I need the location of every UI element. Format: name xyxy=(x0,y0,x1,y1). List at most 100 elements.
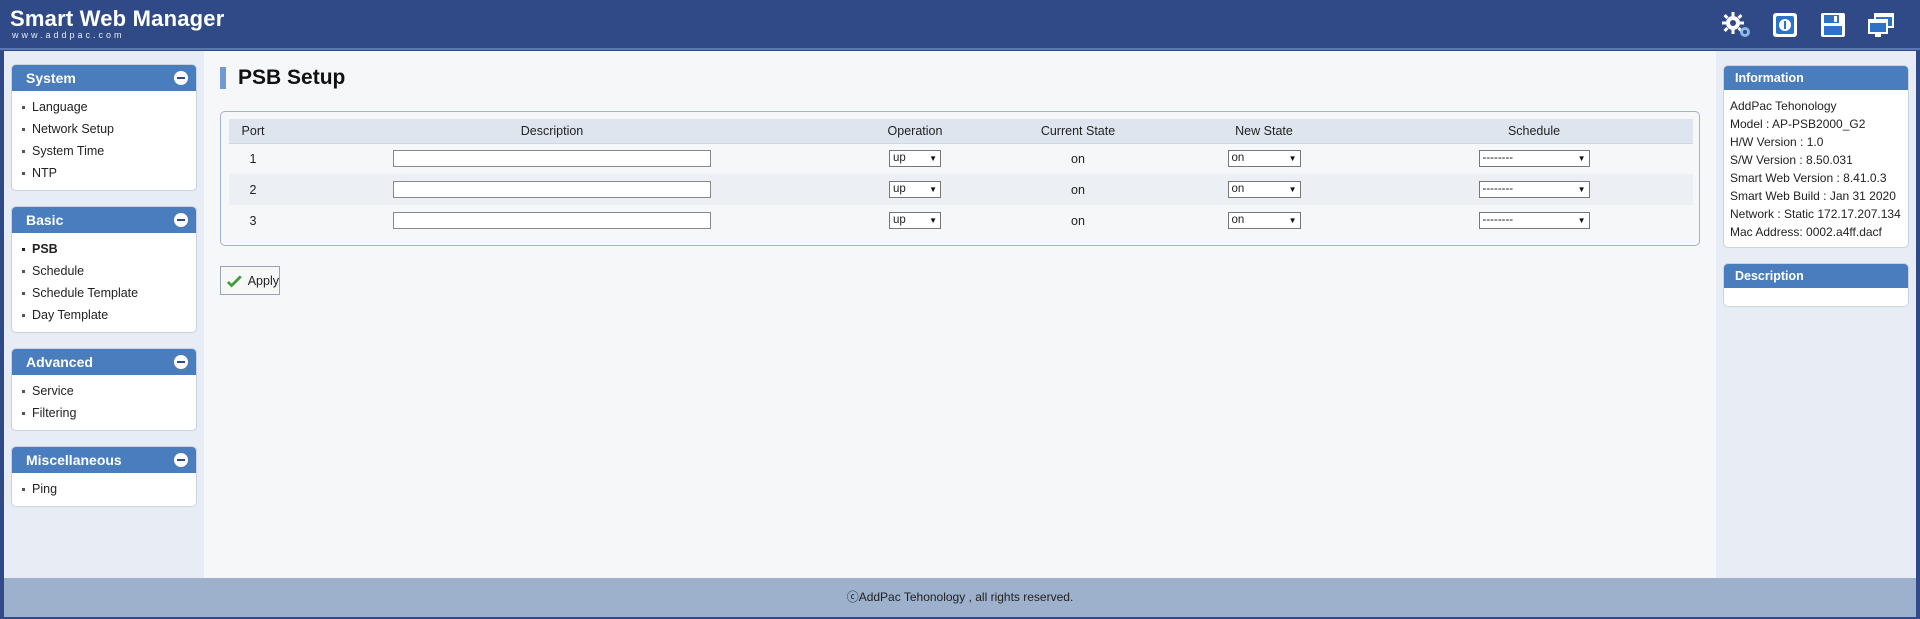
info-sw-version: S/W Version : 8.50.031 xyxy=(1730,153,1853,167)
title-accent xyxy=(220,67,226,89)
page-title: PSB Setup xyxy=(238,66,346,89)
info-icon[interactable] xyxy=(1768,10,1802,40)
sidebar-section-header: Miscellaneous xyxy=(12,447,196,473)
sidebar-section-header: Advanced xyxy=(12,349,196,375)
footer: ⓒAddPac Tehonology , all rights reserved… xyxy=(4,578,1916,617)
sidebar-section-header: Basic xyxy=(12,207,196,233)
description-input[interactable] xyxy=(393,181,711,198)
description-input[interactable] xyxy=(393,150,711,168)
windows-icon[interactable] xyxy=(1864,10,1898,40)
sidebar-section-title: Advanced xyxy=(26,354,93,370)
logo: Smart Web Manager www.addpac.com xyxy=(10,6,225,41)
table-row: 1 up on on -------- xyxy=(229,143,1693,174)
description-panel-body xyxy=(1724,288,1908,306)
information-panel: Information AddPac Tehonology Model : AP… xyxy=(1723,65,1909,248)
info-smart-web-build: Smart Web Build : Jan 31 2020 xyxy=(1730,189,1896,203)
description-cell xyxy=(277,174,827,205)
information-panel-title: Information xyxy=(1724,66,1908,90)
logo-subtitle: www.addpac.com xyxy=(12,30,125,40)
sidebar-item-service[interactable]: Service xyxy=(12,380,196,402)
column-header-schedule: Schedule xyxy=(1375,119,1693,144)
sidebar-section-title: System xyxy=(26,70,76,86)
collapse-icon[interactable] xyxy=(174,71,188,85)
sidebar-item-ping[interactable]: Ping xyxy=(12,478,196,500)
table-row: 2 up on on -------- xyxy=(229,174,1693,205)
settings-gear-icon[interactable] xyxy=(1720,10,1754,40)
column-header-new-state: New State xyxy=(1153,119,1375,144)
current-state-cell: on xyxy=(1071,213,1085,228)
port-cell: 2 xyxy=(229,174,277,205)
collapse-icon[interactable] xyxy=(174,213,188,227)
description-input[interactable] xyxy=(393,212,711,229)
sidebar-item-filtering[interactable]: Filtering xyxy=(12,402,196,424)
table-row: 3 up on on -------- xyxy=(229,205,1693,236)
schedule-cell: -------- xyxy=(1375,205,1693,236)
operation-cell: up xyxy=(827,174,1003,205)
description-panel: Description xyxy=(1723,263,1909,307)
schedule-select[interactable]: -------- xyxy=(1478,150,1590,168)
column-header-current-state: Current State xyxy=(1003,119,1153,144)
psb-table-container: Port Description Operation Current State… xyxy=(220,111,1700,246)
page-frame: System Language Network Setup System Tim… xyxy=(4,51,1916,617)
collapse-icon[interactable] xyxy=(174,355,188,369)
info-smart-web-version: Smart Web Version : 8.41.0.3 xyxy=(1730,171,1887,185)
port-cell: 1 xyxy=(249,151,257,166)
info-network: Network : Static 172.17.207.134 xyxy=(1730,207,1901,221)
main-content: PSB Setup Port Description Operation Cur… xyxy=(204,51,1716,578)
port-cell: 3 xyxy=(249,213,257,228)
sidebar-item-schedule-template[interactable]: Schedule Template xyxy=(12,282,196,304)
sidebar-item-day-template[interactable]: Day Template xyxy=(12,304,196,326)
new-state-select[interactable]: on xyxy=(1227,150,1301,168)
new-state-cell: on xyxy=(1153,205,1375,236)
new-state-cell: on xyxy=(1153,174,1375,205)
header-toolbar xyxy=(1720,10,1898,40)
operation-select[interactable]: up xyxy=(889,150,941,168)
sidebar-section-system: System Language Network Setup System Tim… xyxy=(11,64,197,191)
description-cell xyxy=(277,205,827,236)
sidebar-section-advanced: Advanced Service Filtering xyxy=(11,348,197,431)
sidebar-item-psb[interactable]: PSB xyxy=(12,238,196,260)
current-state-cell: on xyxy=(1003,174,1153,205)
column-header-port: Port xyxy=(229,119,277,144)
logo-title: Smart Web Manager xyxy=(10,6,225,31)
new-state-select[interactable]: on xyxy=(1227,212,1301,229)
column-header-description: Description xyxy=(277,119,827,144)
collapse-icon[interactable] xyxy=(174,453,188,467)
schedule-select[interactable]: -------- xyxy=(1478,181,1590,198)
operation-cell: up xyxy=(827,143,1003,174)
new-state-cell: on xyxy=(1153,143,1375,174)
table-header-row: Port Description Operation Current State… xyxy=(229,119,1693,144)
sidebar-item-ntp[interactable]: NTP xyxy=(12,162,196,184)
psb-table: Port Description Operation Current State… xyxy=(229,119,1693,236)
header-bar: Smart Web Manager www.addpac.com xyxy=(0,0,1920,50)
checkmark-icon xyxy=(227,274,242,288)
sidebar-item-schedule[interactable]: Schedule xyxy=(12,260,196,282)
apply-label: Apply xyxy=(247,273,279,288)
operation-select[interactable]: up xyxy=(889,212,941,229)
sidebar: System Language Network Setup System Tim… xyxy=(11,64,197,522)
sidebar-item-network-setup[interactable]: Network Setup xyxy=(12,118,196,140)
sidebar-section-header: System xyxy=(12,65,196,91)
save-icon[interactable] xyxy=(1816,10,1850,40)
operation-cell: up xyxy=(827,205,1003,236)
sidebar-section-title: Basic xyxy=(26,212,64,228)
info-sidebar: Information AddPac Tehonology Model : AP… xyxy=(1723,65,1909,322)
schedule-select[interactable]: -------- xyxy=(1478,212,1590,229)
schedule-cell: -------- xyxy=(1375,174,1693,205)
page-title-bar: PSB Setup xyxy=(220,66,346,89)
sidebar-item-system-time[interactable]: System Time xyxy=(12,140,196,162)
info-mac-address: Mac Address: 0002.a4ff.dacf xyxy=(1730,225,1882,239)
new-state-select[interactable]: on xyxy=(1227,181,1301,198)
description-cell xyxy=(277,143,827,174)
sidebar-item-language[interactable]: Language xyxy=(12,96,196,118)
sidebar-section-basic: Basic PSB Schedule Schedule Template Day… xyxy=(11,206,197,333)
operation-select[interactable]: up xyxy=(889,181,941,198)
description-panel-title: Description xyxy=(1724,264,1908,288)
current-state-cell: on xyxy=(1071,151,1085,166)
info-company: AddPac Tehonology xyxy=(1730,99,1837,113)
apply-button[interactable]: Apply xyxy=(220,266,280,295)
sidebar-section-title: Miscellaneous xyxy=(26,452,122,468)
info-model: Model : AP-PSB2000_G2 xyxy=(1730,117,1866,131)
info-hw-version: H/W Version : 1.0 xyxy=(1730,135,1824,149)
schedule-cell: -------- xyxy=(1375,143,1693,174)
